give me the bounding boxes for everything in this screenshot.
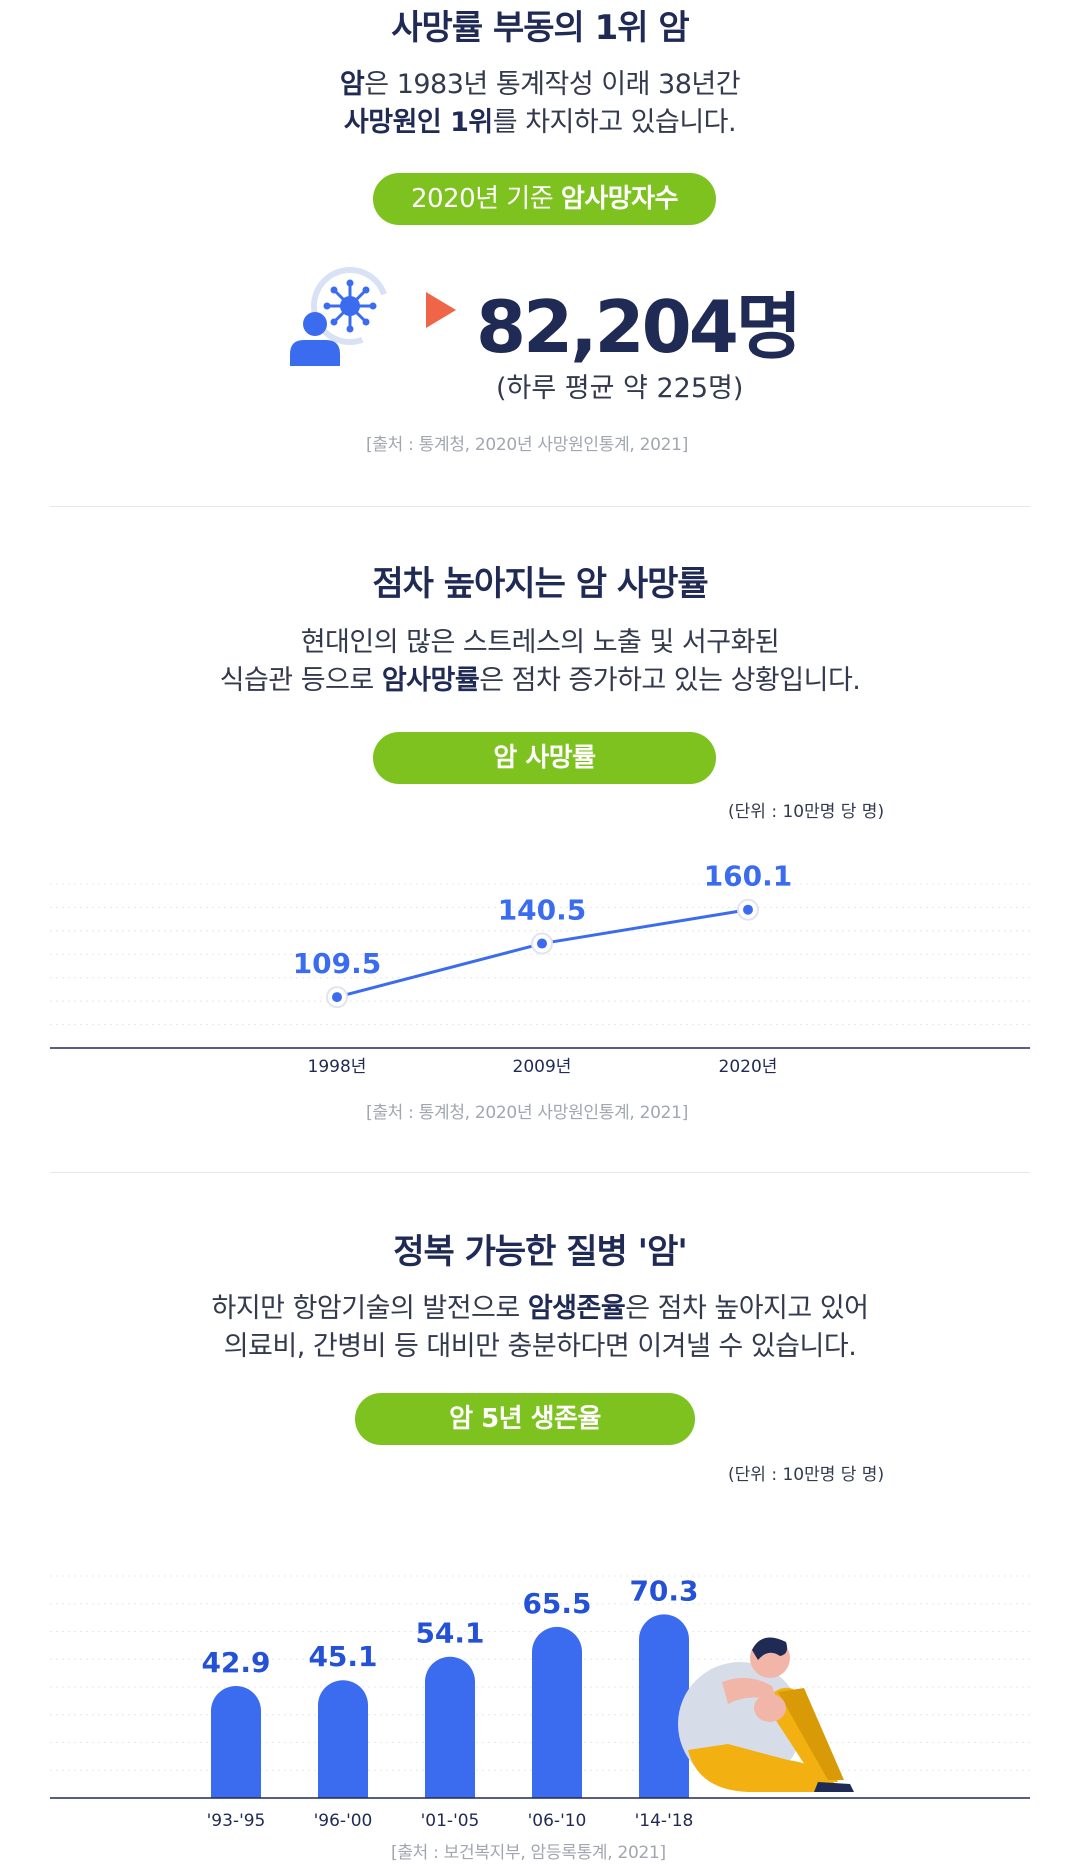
section2-pill: 암 사망률 bbox=[373, 732, 716, 784]
section3-pill: 암 5년 생존율 bbox=[355, 1393, 695, 1445]
desc-text: 식습관 등으로 bbox=[219, 665, 382, 696]
bar-chart: 42.9 '93-'95 45.1 '96-'00 54.1 '01-'05 65.5 '06… bbox=[0, 1530, 1080, 1831]
x-tick-label: '96-'00 bbox=[314, 1811, 373, 1830]
section1-title: 사망률 부동의 1위 암 bbox=[391, 8, 689, 48]
line-chart: 109.5 1998년 140.5 2009년 160.1 2020년 bbox=[0, 830, 1080, 1080]
desc-bold: 사망원인 1위 bbox=[343, 107, 493, 138]
section1-source: [출처 : 통계청, 2020년 사망원인통계, 2021] bbox=[366, 435, 689, 455]
section1-pill: 2020년 기준 암사망자수 bbox=[373, 173, 716, 225]
data-label: 42.9 bbox=[201, 1646, 270, 1679]
desc-text: 은 1983년 통계작성 이래 38년간 bbox=[364, 69, 741, 100]
section-divider bbox=[50, 1172, 1030, 1173]
x-tick-label: '14-'18 bbox=[635, 1811, 694, 1830]
desc-bold: 암사망률 bbox=[381, 665, 480, 696]
x-tick-label: '93-'95 bbox=[207, 1811, 266, 1830]
section3-unit: (단위 : 10만명 당 명) bbox=[728, 1465, 885, 1485]
death-count: 82,204명 bbox=[476, 285, 802, 369]
data-label: 65.5 bbox=[522, 1587, 591, 1620]
data-point bbox=[332, 992, 342, 1003]
desc-text: 의료비, 간병비 등 대비만 충분하다면 이겨낼 수 있습니다. bbox=[223, 1331, 857, 1362]
bar bbox=[532, 1626, 582, 1798]
x-tick-label: 2020년 bbox=[719, 1057, 778, 1077]
data-label: 54.1 bbox=[415, 1617, 484, 1650]
section-divider bbox=[50, 506, 1030, 507]
section3-description: 하지만 항암기술의 발전으로 암생존율은 점차 높아지고 있어 의료비, 간병비… bbox=[0, 1290, 1080, 1366]
bar bbox=[211, 1685, 261, 1798]
desc-text: 하지만 항암기술의 발전으로 bbox=[211, 1293, 528, 1324]
data-label: 109.5 bbox=[293, 947, 382, 980]
section2-source: [출처 : 통계청, 2020년 사망원인통계, 2021] bbox=[366, 1103, 689, 1123]
bar bbox=[318, 1680, 368, 1798]
desc-bold: 암 bbox=[339, 69, 365, 100]
section3-source: [출처 : 보건복지부, 암등록통계, 2021] bbox=[391, 1843, 666, 1863]
play-arrow-icon bbox=[424, 290, 458, 330]
x-tick-label: 1998년 bbox=[308, 1057, 367, 1077]
section1-description: 암은 1983년 통계작성 이래 38년간 사망원인 1위를 차지하고 있습니다… bbox=[0, 66, 1080, 142]
data-label: 45.1 bbox=[308, 1640, 377, 1673]
bar bbox=[425, 1656, 475, 1798]
pill-light-text: 2020년 기준 bbox=[410, 184, 561, 214]
section2-description: 현대인의 많은 스트레스의 노출 및 서구화된 식습관 등으로 암사망률은 점차… bbox=[0, 624, 1080, 700]
x-tick-label: '06-'10 bbox=[528, 1811, 587, 1830]
desc-text: 은 점차 높아지고 있어 bbox=[625, 1293, 869, 1324]
desc-text: 현대인의 많은 스트레스의 노출 및 서구화된 bbox=[300, 627, 780, 658]
data-point bbox=[537, 938, 547, 949]
x-tick-label: 2009년 bbox=[513, 1057, 572, 1077]
desc-text: 은 점차 증가하고 있는 상황입니다. bbox=[479, 665, 861, 696]
data-label: 70.3 bbox=[629, 1574, 698, 1607]
daily-average: (하루 평균 약 225명) bbox=[496, 373, 744, 404]
section2-unit: (단위 : 10만명 당 명) bbox=[728, 802, 885, 822]
data-label: 160.1 bbox=[704, 860, 793, 893]
section3-title: 정복 가능한 질병 '암' bbox=[393, 1232, 688, 1272]
sitting-person-illustration bbox=[668, 1632, 868, 1796]
x-tick-label: '01-'05 bbox=[421, 1811, 480, 1830]
section2-title: 점차 높아지는 암 사망률 bbox=[372, 564, 708, 604]
desc-bold: 암생존율 bbox=[527, 1293, 626, 1324]
data-label: 140.5 bbox=[498, 894, 587, 927]
desc-text: 를 차지하고 있습니다. bbox=[492, 107, 737, 138]
person-virus-icon bbox=[288, 262, 392, 366]
pill-bold-text: 암사망자수 bbox=[560, 184, 679, 214]
data-point bbox=[743, 904, 753, 915]
